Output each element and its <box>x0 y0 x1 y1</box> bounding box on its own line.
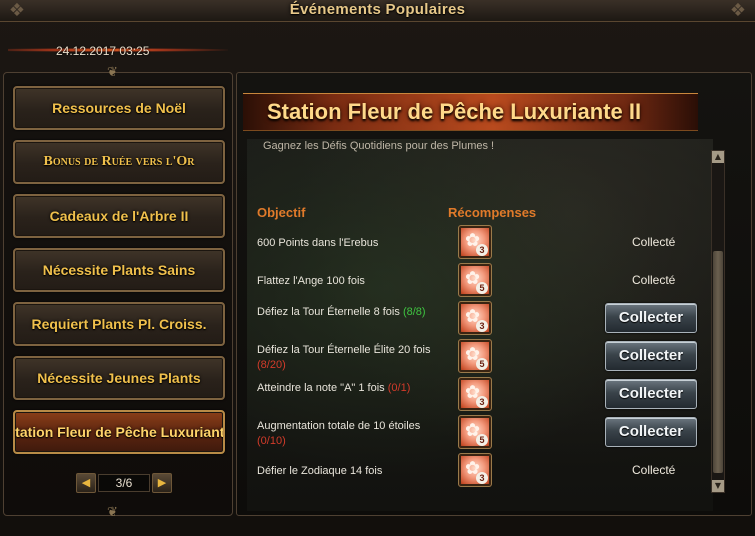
reward-item[interactable]: ✿ 3 <box>458 377 492 411</box>
event-list-item[interactable]: Station Fleur de Pêche Luxuriante <box>13 410 225 454</box>
reward-count: 3 <box>476 396 488 408</box>
event-detail-panel: Station Fleur de Pêche Luxuriante II Gag… <box>236 72 752 516</box>
reward-item[interactable]: ✿ 3 <box>458 453 492 487</box>
rewards-header: Récompenses <box>448 205 537 220</box>
challenge-objective: Défiez la Tour Éternelle Élite 20 fois (… <box>257 343 437 373</box>
pager: ◀ 3/6 ▶ <box>76 473 176 495</box>
objective-text: Augmentation totale de 10 étoiles <box>257 420 421 432</box>
challenge-objective: Flattez l'Ange 100 fois <box>257 274 437 289</box>
reward-count: 3 <box>476 244 488 256</box>
event-list-item[interactable]: Bonus de Ruée vers l'Or <box>13 140 225 184</box>
collect-button[interactable]: Collecter <box>605 303 697 333</box>
objective-progress: (0/10) <box>257 435 286 447</box>
event-list-item-label: Nécessite Plants Sains <box>42 262 196 278</box>
challenge-row: Augmentation totale de 10 étoiles (0/10)… <box>257 415 697 451</box>
event-window: ❖ Événements Populaires ❖ 24.12.2017 03:… <box>0 0 755 536</box>
challenge-objective: Défier le Zodiaque 14 fois <box>257 464 437 479</box>
event-list-item-label: Nécessite Jeunes Plants <box>37 370 201 386</box>
event-list-item-label: Bonus de Ruée vers l'Or <box>43 154 195 169</box>
page-indicator: 3/6 <box>98 474 150 492</box>
collect-button[interactable]: Collecter <box>605 417 697 447</box>
objective-progress: (0/1) <box>387 382 411 394</box>
objective-text: Flattez l'Ange 100 fois <box>257 275 365 287</box>
bottom-ornament-icon: ❦ <box>107 505 118 520</box>
title-bar: ❖ Événements Populaires ❖ <box>0 0 755 22</box>
challenge-row: Défiez la Tour Éternelle 8 fois (8/8) ✿ 3 C… <box>257 301 697 337</box>
scroll-thumb[interactable] <box>713 251 723 473</box>
reward-count: 3 <box>476 472 488 484</box>
challenge-row: Flattez l'Ange 100 fois ✿ 5 Collecté <box>257 263 697 299</box>
objective-header: Objectif <box>257 205 306 220</box>
event-list-item-label: Station Fleur de Pêche Luxuriante <box>13 424 225 440</box>
event-title: Station Fleur de Pêche Luxuriante II <box>267 99 642 124</box>
challenge-row: Atteindre la note "A" 1 fois (0/1) ✿ 3 Coll… <box>257 377 697 413</box>
reward-item[interactable]: ✿ 5 <box>458 263 492 297</box>
reward-count: 3 <box>476 320 488 332</box>
objective-progress: (8/20) <box>257 359 286 371</box>
objective-text: Défiez la Tour Éternelle 8 fois <box>257 306 400 318</box>
challenge-objective: Défiez la Tour Éternelle 8 fois (8/8) <box>257 305 437 320</box>
event-list-item[interactable]: Ressources de Noël <box>13 86 225 130</box>
collected-status: Collecté <box>632 235 676 249</box>
collected-status: Collecté <box>632 273 676 287</box>
event-list-item[interactable]: Requiert Plants Pl. Croiss. <box>13 302 225 346</box>
objective-progress: (8/8) <box>402 306 426 318</box>
challenge-row: 600 Points dans l'Erebus ✿ 3 Collecté <box>257 225 697 261</box>
challenge-objective: 600 Points dans l'Erebus <box>257 236 437 251</box>
event-list-item[interactable]: Nécessite Plants Sains <box>13 248 225 292</box>
collect-button[interactable]: Collecter <box>605 341 697 371</box>
event-list-panel: ❦ Ressources de Noël Bonus de Ruée vers l… <box>3 65 233 520</box>
objective-text: 600 Points dans l'Erebus <box>257 237 379 249</box>
reward-item[interactable]: ✿ 5 <box>458 339 492 373</box>
challenge-objective: Augmentation totale de 10 étoiles (0/10) <box>257 419 437 449</box>
reward-count: 5 <box>476 358 488 370</box>
objective-text: Défier le Zodiaque 14 fois <box>257 465 383 477</box>
objective-text: Défiez la Tour Éternelle Élite 20 fois <box>257 344 431 356</box>
challenge-objective: Atteindre la note "A" 1 fois (0/1) <box>257 381 437 396</box>
event-list-item-label: Cadeaux de l'Arbre II <box>49 208 189 224</box>
prev-page-button[interactable]: ◀ <box>76 473 96 493</box>
objective-text: Atteindre la note "A" 1 fois <box>257 382 385 394</box>
event-list-item[interactable]: Nécessite Jeunes Plants <box>13 356 225 400</box>
event-list-item-label: Ressources de Noël <box>52 100 186 116</box>
next-page-button[interactable]: ▶ <box>152 473 172 493</box>
date-text: 24.12.2017 03:25 <box>56 44 150 58</box>
reward-item[interactable]: ✿ 5 <box>458 415 492 449</box>
scrollbar[interactable]: ▲ ▼ <box>711 150 725 493</box>
challenge-row: Défiez la Tour Éternelle Élite 20 fois (… <box>257 339 697 375</box>
collected-status: Collecté <box>632 463 676 477</box>
reward-item[interactable]: ✿ 3 <box>458 225 492 259</box>
collect-button[interactable]: Collecter <box>605 379 697 409</box>
event-banner: Station Fleur de Pêche Luxuriante II Gag… <box>243 87 703 152</box>
date-display: 24.12.2017 03:25 <box>8 36 228 64</box>
top-ornament-icon: ❦ <box>107 65 118 80</box>
challenge-row: Défier le Zodiaque 14 fois ✿ 3 Collecté <box>257 453 697 489</box>
event-list-item[interactable]: Cadeaux de l'Arbre II <box>13 194 225 238</box>
window-title: Événements Populaires <box>289 1 466 18</box>
corner-ornament-icon: ❖ <box>729 0 747 21</box>
event-subtitle: Gagnez les Défis Quotidiens pour des Plu… <box>263 140 495 152</box>
reward-count: 5 <box>476 434 488 446</box>
scroll-down-icon[interactable]: ▼ <box>712 480 724 492</box>
reward-count: 5 <box>476 282 488 294</box>
event-list-item-label: Requiert Plants Pl. Croiss. <box>31 316 207 332</box>
reward-item[interactable]: ✿ 3 <box>458 301 492 335</box>
scroll-up-icon[interactable]: ▲ <box>712 151 724 163</box>
